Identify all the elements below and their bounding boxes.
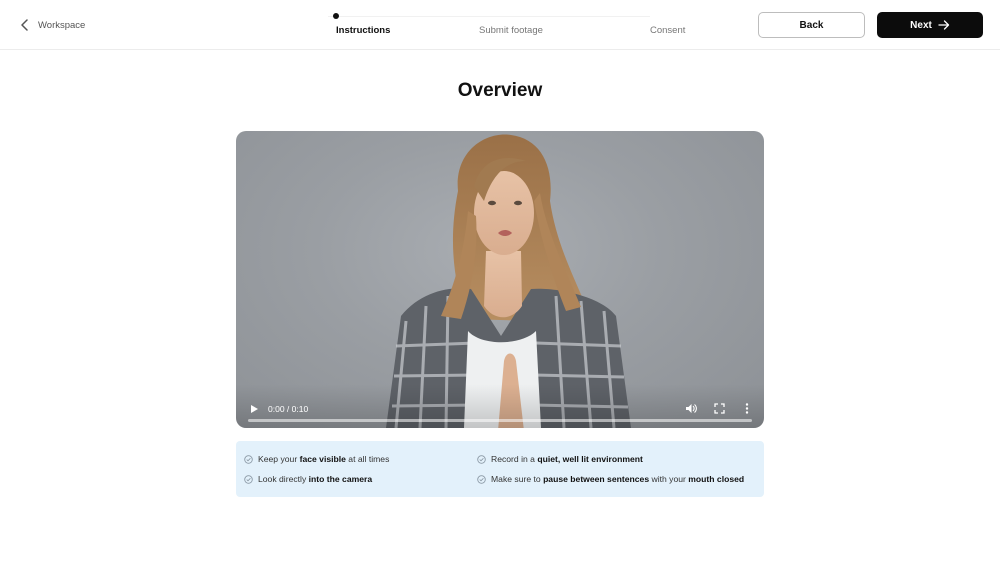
play-icon[interactable]: [249, 404, 259, 414]
tip-look-into-camera: Look directly into the camera: [244, 474, 372, 484]
tip-text-part: Keep your: [258, 454, 300, 464]
top-bar: Workspace Instructions Submit footage Co…: [0, 0, 1000, 50]
tip-text: Keep your face visible at all times: [258, 454, 389, 464]
tip-face-visible: Keep your face visible at all times: [244, 454, 389, 464]
step-consent[interactable]: Consent: [650, 25, 685, 36]
page-title: Overview: [457, 80, 543, 101]
next-button-label: Next: [910, 19, 932, 31]
fullscreen-icon[interactable]: [714, 403, 725, 414]
tip-text-bold: into the camera: [308, 474, 373, 484]
tip-text-part: at all times: [345, 454, 390, 464]
tip-text: Look directly into the camera: [258, 474, 372, 484]
tip-text-part: Record in a: [491, 454, 538, 464]
check-circle-icon: [244, 454, 253, 464]
back-button-label: Back: [799, 19, 824, 31]
arrow-right-icon: [938, 20, 949, 30]
video-progress-bar[interactable]: [248, 419, 752, 422]
tip-text-bold: face visible: [299, 454, 346, 464]
recording-tips-panel: Keep your face visible at all times Reco…: [236, 441, 764, 497]
stepper-track: [328, 16, 650, 17]
video-controls: 0:00 / 0:10: [236, 384, 764, 428]
workspace-back-link[interactable]: Workspace: [20, 17, 85, 33]
tip-text: Record in a quiet, well lit environment: [491, 454, 643, 464]
tip-text-part: Look directly: [258, 474, 309, 484]
more-vertical-icon[interactable]: [744, 403, 750, 414]
tip-text: Make sure to pause between sentences wit…: [491, 474, 744, 484]
back-button[interactable]: Back: [758, 12, 865, 38]
tip-pause-between-sentences: Make sure to pause between sentences wit…: [477, 474, 744, 484]
check-circle-icon: [477, 454, 486, 464]
tip-text-part: with your: [649, 474, 689, 484]
check-circle-icon: [477, 474, 486, 484]
tip-text-part: Make sure to: [491, 474, 544, 484]
tip-text-bold: quiet, well lit environment: [537, 454, 643, 464]
tip-quiet-environment: Record in a quiet, well lit environment: [477, 454, 643, 464]
step-instructions[interactable]: Instructions: [336, 25, 390, 36]
stepper-current-dot: [333, 13, 339, 19]
tip-text-bold: pause between sentences: [543, 474, 650, 484]
check-circle-icon: [244, 474, 253, 484]
instruction-video[interactable]: 0:00 / 0:10: [236, 131, 764, 428]
tip-text-bold: mouth closed: [688, 474, 745, 484]
next-button[interactable]: Next: [877, 12, 983, 38]
step-submit-footage[interactable]: Submit footage: [479, 25, 543, 36]
chevron-left-icon: [21, 19, 28, 31]
volume-icon[interactable]: [685, 403, 697, 414]
video-time: 0:00 / 0:10: [268, 404, 309, 414]
workspace-link-label: Workspace: [38, 19, 86, 31]
